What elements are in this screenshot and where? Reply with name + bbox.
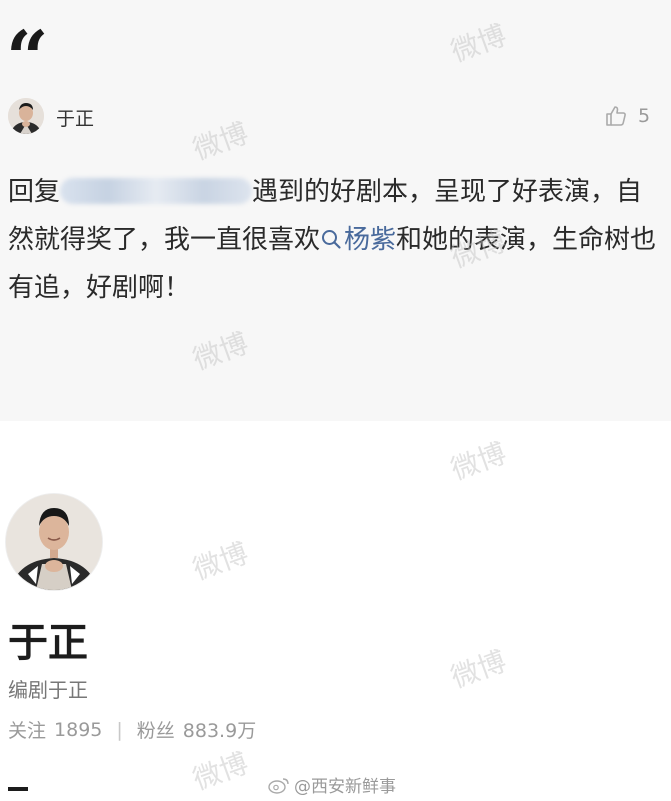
weibo-logo-icon — [268, 777, 289, 794]
search-icon — [322, 230, 341, 249]
thumbs-up-icon — [606, 106, 626, 126]
profile-avatar[interactable] — [6, 494, 102, 590]
fans-count: 883.9万 — [182, 720, 257, 742]
source-label: @西安新鲜事 — [294, 777, 396, 797]
comment-card: “ 于正 5 回复 遇到的好剧本，呈现了好表演，自然就得奖了，我一直很喜欢 杨紫和她… — [0, 0, 671, 421]
watermark: 微博 — [446, 436, 511, 487]
like-count: 5 — [638, 105, 651, 127]
author-avatar[interactable] — [8, 98, 44, 134]
follow-count: 1895 — [54, 718, 103, 741]
topic-label: 杨紫 — [344, 225, 397, 255]
follow-label[interactable]: 关注 — [8, 716, 46, 743]
author-name[interactable]: 于正 — [56, 104, 94, 131]
blurred-mention — [60, 178, 253, 204]
stats-separator: | — [116, 718, 123, 741]
quote-icon: “ — [6, 16, 49, 102]
comment-text: 回复 遇到的好剧本，呈现了好表演，自然就得奖了，我一直很喜欢 杨紫和她的表演，生命树… — [8, 168, 658, 312]
reply-prefix: 回复 — [8, 177, 61, 207]
source-watermark: @西安新鲜事 — [268, 772, 396, 797]
avatar-image — [8, 98, 44, 134]
profile-stats: 关注 1895 | 粉丝 883.9万 — [8, 716, 256, 743]
watermark: 微博 — [188, 746, 253, 797]
watermark: 微博 — [188, 536, 253, 587]
like-button[interactable]: 5 — [604, 103, 650, 129]
watermark: 微博 — [446, 644, 511, 695]
topic-link[interactable]: 杨紫 — [320, 225, 396, 255]
profile-name: 于正 — [8, 620, 88, 666]
profile-avatar-image — [6, 494, 102, 590]
fans-label[interactable]: 粉丝 — [137, 716, 175, 743]
profile-bio: 编剧于正 — [8, 678, 88, 702]
divider-dash — [8, 787, 28, 791]
